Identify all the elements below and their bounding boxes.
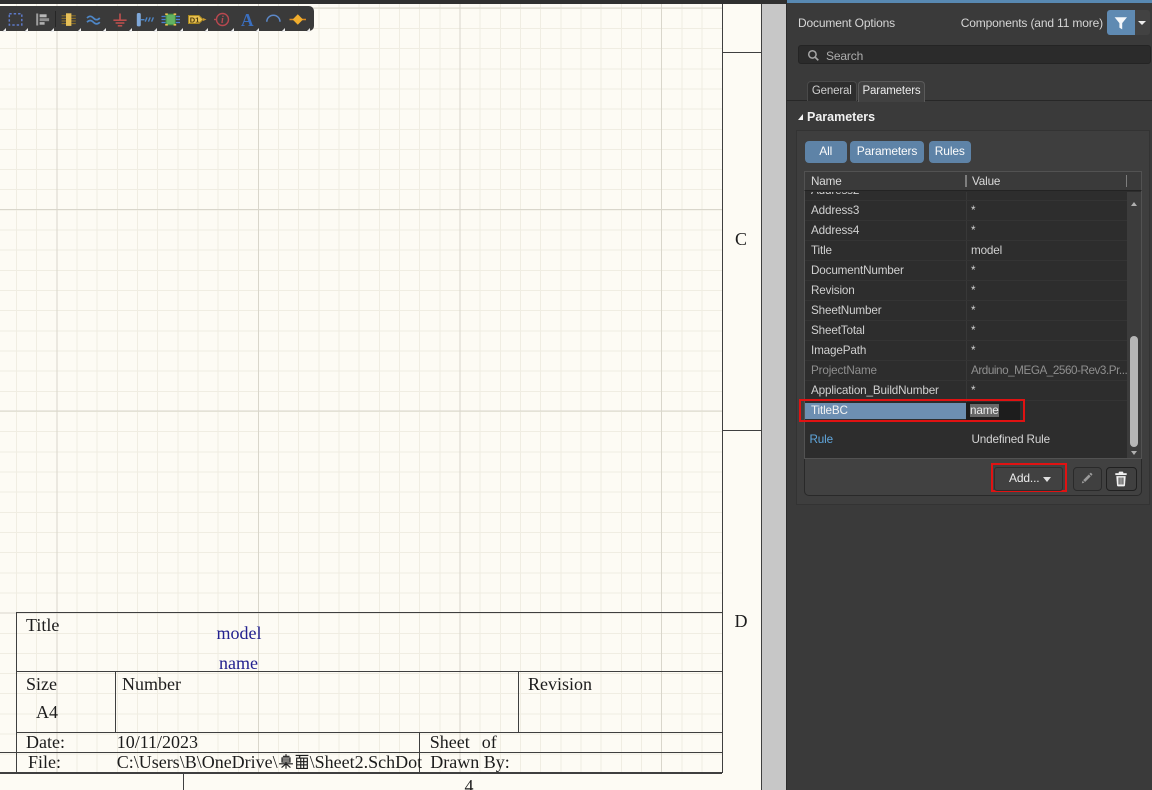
svg-text:i: i: [221, 15, 224, 26]
svg-text:D1: D1: [190, 15, 200, 24]
svg-text:A: A: [241, 10, 254, 30]
